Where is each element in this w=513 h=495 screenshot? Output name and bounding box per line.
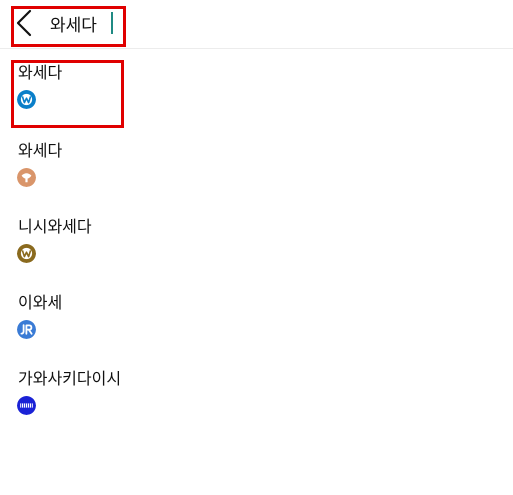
jr-icon — [17, 320, 36, 339]
station-name: 니시와세다 — [18, 217, 92, 236]
result-item[interactable]: 이와세 — [16, 293, 316, 357]
keikyu-icon — [17, 396, 36, 415]
station-search-screen: 와세다 와세다 니시와세다 — [0, 0, 513, 495]
result-item[interactable]: 와세다 — [16, 63, 316, 127]
station-name: 와세다 — [18, 63, 63, 82]
chevron-left-icon — [16, 9, 32, 37]
search-header — [0, 0, 513, 49]
back-button[interactable] — [14, 9, 34, 37]
result-item[interactable]: 와세다 — [16, 141, 316, 205]
toden-tram-icon — [17, 168, 36, 187]
result-item[interactable]: 니시와세다 — [16, 217, 316, 281]
result-item[interactable]: 가와사키다이시 — [16, 369, 316, 433]
station-name: 이와세 — [18, 293, 63, 312]
tokyo-metro-icon — [17, 90, 36, 109]
station-name: 가와사키다이시 — [18, 369, 122, 388]
tokyo-metro-icon — [17, 244, 36, 263]
text-caret — [111, 12, 113, 34]
station-name: 와세다 — [18, 141, 63, 160]
